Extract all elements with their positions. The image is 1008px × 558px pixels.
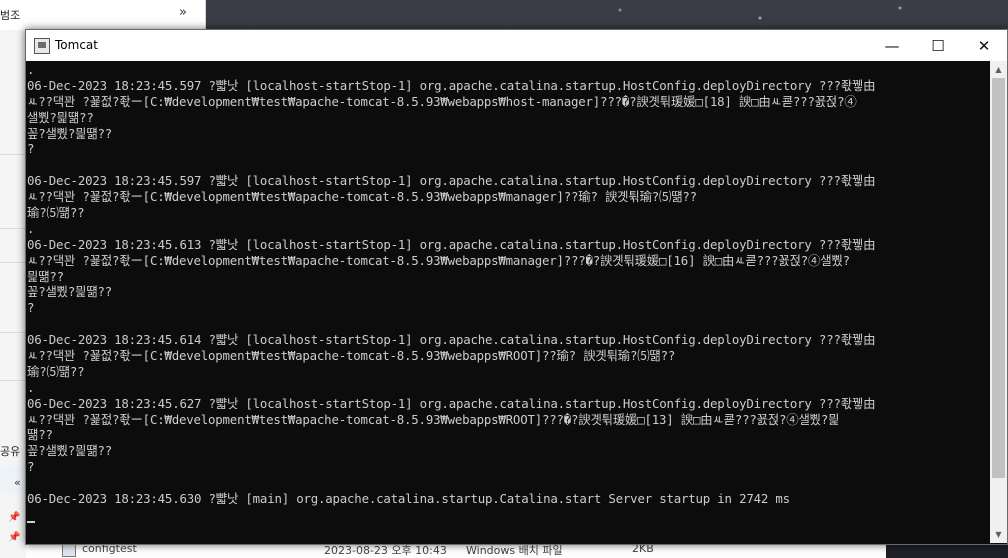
console-text: . 06-Dec-2023 18:23:45.597 ?뺣낫 [localhost… [27,62,876,523]
console-line: 06-Dec-2023 18:23:45.614 ?뺣낫 [localhost-… [27,332,876,348]
divider [0,380,26,381]
scroll-up-icon[interactable]: ▲ [990,61,1007,78]
console-line: 06-Dec-2023 18:23:45.597 ?뺣낫 [localhost-… [27,77,876,93]
console-line: 믩떎?? [27,268,64,284]
console-line: 떎?? [27,427,53,443]
console-line: 瑜?⑸떎?? [27,363,85,379]
share-label[interactable]: 공유 [0,443,20,459]
console-line: 06-Dec-2023 18:23:45.597 ?뺣낫 [localhost-… [27,173,876,189]
explorer-header: 범조 » [0,0,205,31]
console-line: ? [27,300,35,316]
console-line: 꽆?샐뿼?믩떎?? [27,125,113,141]
console-line: . [27,220,35,236]
console-line: ㅻ??댁꽌 ?꾩젒?좏ー[C:₩development₩test₩apache-… [27,348,676,364]
console-line: . [27,62,35,77]
scrollbar-thumb[interactable] [992,78,1005,478]
window-title: Tomcat [55,38,98,52]
console-line: 06-Dec-2023 18:23:45.630 ?뺣낫 [main] org.… [27,491,790,507]
breadcrumb[interactable]: 범조 [0,7,20,23]
divider [0,154,26,155]
console-line: 瑜?⑸떎?? [27,205,85,221]
console-line: ? [27,459,35,475]
console-line: ㅻ??댁꽌 ?꾩젒?좏ー[C:₩development₩test₩apache-… [27,411,840,427]
pin-icon[interactable]: 📌 [8,512,20,523]
scroll-down-icon[interactable]: ▼ [990,526,1007,543]
console-app-icon[interactable] [34,38,50,54]
divider [0,262,26,263]
console-line: ? [27,141,35,157]
console-line: 꽆?샐뿼?믩떎?? [27,284,113,300]
console-line: ㅻ??댁꽌 ?꾩젒?좏ー[C:₩development₩test₩apache-… [27,252,850,268]
console-line: . [27,379,35,395]
close-button[interactable]: ✕ [961,30,1007,61]
vertical-scrollbar[interactable]: ▲ ▼ [990,61,1007,543]
divider [0,332,26,333]
title-bar[interactable]: Tomcat — ☐ ✕ [26,30,1007,61]
console-line: ㅻ??댁꽌 ?꾩젒?좏ー[C:₩development₩test₩apache-… [27,189,697,205]
console-line: ㅻ??댁꽌 ?꾩젒?좏ー[C:₩development₩test₩apache-… [27,93,857,109]
pin-icon[interactable]: 📌 [8,532,20,543]
console-line: 샐뿼?믩떎?? [27,109,94,125]
explorer-status-bar [0,466,26,494]
tomcat-console-window: Tomcat — ☐ ✕ . 06-Dec-2023 18:23:45.597 ?… [25,29,1008,545]
chevron-left-icon[interactable]: « [14,476,21,489]
maximize-button[interactable]: ☐ [915,30,961,61]
console-line: 06-Dec-2023 18:23:45.627 ?뺣낫 [localhost-… [27,395,876,411]
text-cursor [27,520,35,523]
chevron-right-icon[interactable]: » [179,5,187,20]
console-line: 꽆?샐뿼?믩떎?? [27,443,113,459]
console-line: 06-Dec-2023 18:23:45.613 ?뺣낫 [localhost-… [27,236,876,252]
divider [0,228,26,229]
console-output[interactable]: . 06-Dec-2023 18:23:45.597 ?뺣낫 [localhost… [26,61,990,543]
minimize-button[interactable]: — [869,30,915,61]
batch-file-icon [62,543,76,557]
